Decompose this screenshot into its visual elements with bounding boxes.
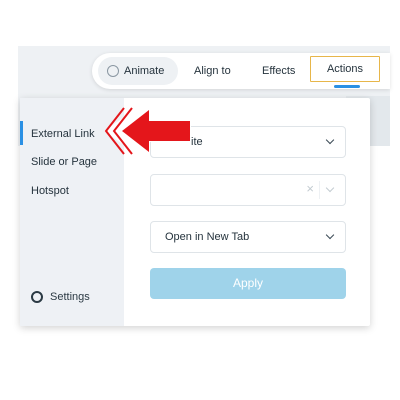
open-in-value: Open in New Tab: [165, 231, 250, 243]
top-toolbar: Animate Align to Effects Actions: [92, 53, 390, 89]
animate-label: Animate: [124, 65, 165, 77]
sidebar-item-hotspot[interactable]: Hotspot: [31, 185, 69, 197]
open-in-select[interactable]: Open in New Tab: [150, 221, 346, 253]
gear-icon: [31, 291, 43, 303]
select-divider: [319, 181, 320, 199]
active-tab-indicator: [334, 85, 360, 88]
animate-icon: [107, 65, 119, 77]
actions-panel: External Link Slide or Page Hotspot Sett…: [20, 98, 370, 326]
chevron-down-icon: [325, 230, 335, 240]
sidebar-item-slide-or-page[interactable]: Slide or Page: [31, 156, 97, 168]
animate-button[interactable]: Animate: [98, 57, 178, 85]
settings-label: Settings: [50, 291, 90, 303]
align-to-button[interactable]: Align to: [194, 57, 231, 85]
clear-icon[interactable]: ×: [306, 181, 314, 196]
sidebar-item-external-link[interactable]: External Link: [31, 128, 95, 140]
chevron-down-icon: [325, 135, 335, 145]
url-select[interactable]: ×: [150, 174, 346, 206]
active-item-indicator: [20, 121, 23, 145]
annotation-arrow-icon: [104, 107, 191, 155]
apply-button[interactable]: Apply: [150, 268, 346, 299]
chevron-down-icon: [325, 183, 335, 193]
effects-button[interactable]: Effects: [262, 57, 295, 85]
actions-button[interactable]: Actions: [310, 56, 380, 82]
